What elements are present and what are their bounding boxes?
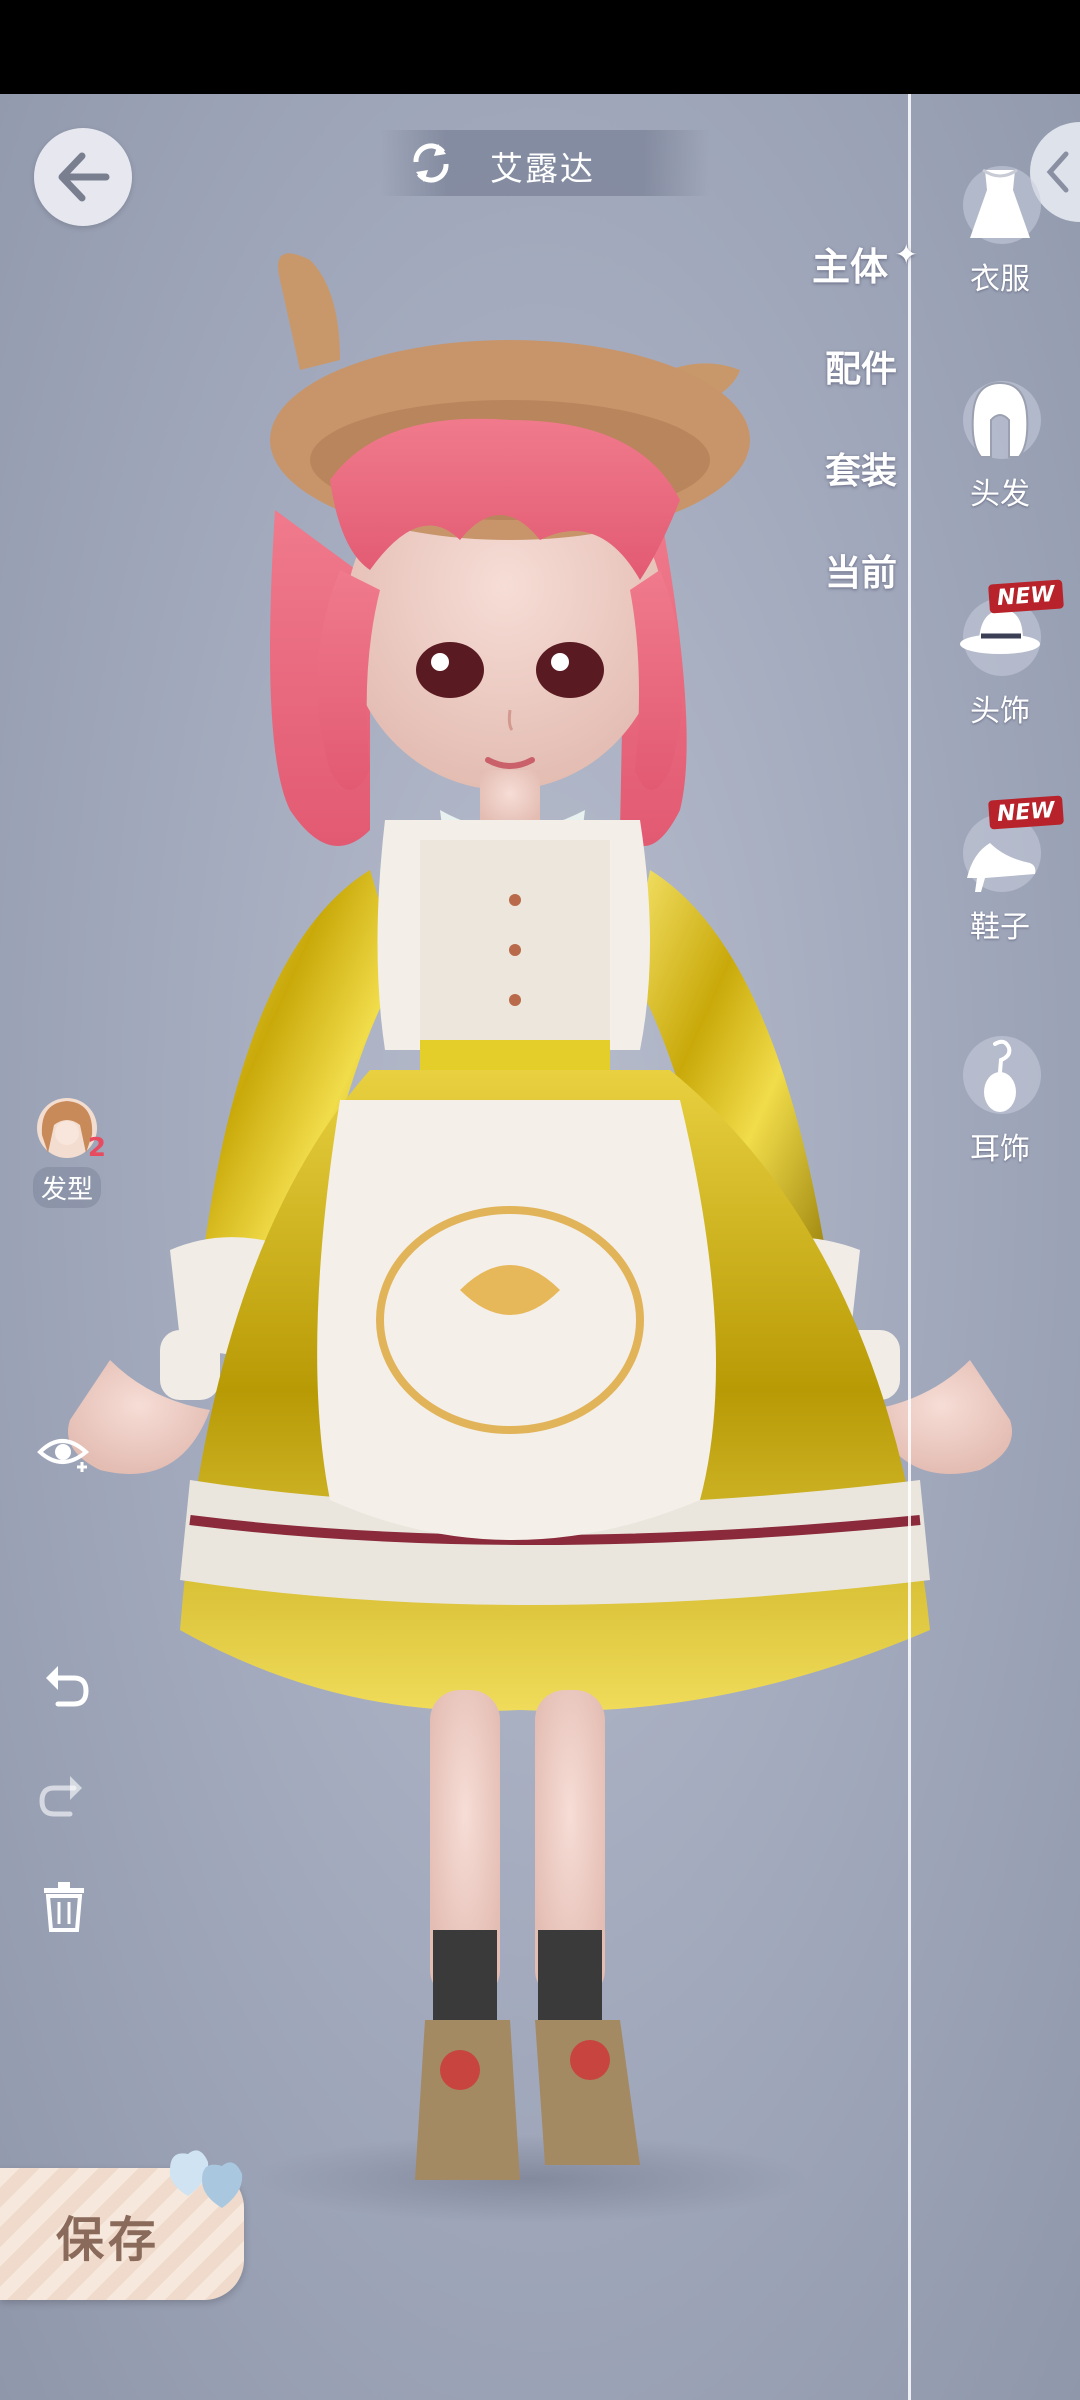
category-hair[interactable]: 头发 [950,375,1050,513]
panel-divider [908,94,911,2400]
eye-icon [37,1439,90,1472]
new-badge: NEW [988,579,1064,614]
category-label: 头饰 [970,694,1030,729]
hairstyle-label: 发型 [32,1167,101,1208]
character-name-switcher[interactable]: 艾露达 [380,130,710,196]
trash-icon [44,1882,84,1932]
save-label: 保存 [56,2212,161,2268]
heart-decoration-icon [169,2150,243,2208]
category-earrings[interactable]: 耳饰 [950,1030,1050,1168]
subtab-current[interactable]: 当前 [825,544,897,596]
category-clothes[interactable]: 衣服 [950,160,1050,298]
category-label: 鞋子 [970,910,1030,945]
character-name: 艾露达 [490,149,595,188]
save-button[interactable]: 保存 [0,2150,244,2300]
hair-icon [971,381,1029,458]
undo-button[interactable] [38,1660,90,1716]
subtab-main[interactable]: 主体 [812,236,918,291]
category-label: 头发 [970,477,1030,512]
category-shoes[interactable]: NEW 鞋子 [950,795,1064,946]
category-label: 耳饰 [970,1132,1030,1167]
new-badge: NEW [988,795,1064,830]
redo-button[interactable] [38,1770,90,1826]
arrow-left-icon [58,152,110,202]
category-headwear[interactable]: NEW 头饰 [950,579,1064,730]
subtab-accessories[interactable]: 配件 [825,340,897,392]
undo-icon [46,1666,89,1707]
dress-icon [970,168,1030,238]
delete-button[interactable] [40,1880,88,1936]
earring-icon [984,1039,1016,1112]
swap-icon [413,143,449,183]
hairstyle-count: 2 [87,1133,106,1163]
hairstyle-button[interactable]: 2 发型 [22,1095,112,1208]
toggle-visibility-button[interactable] [36,1428,92,1480]
status-bar [0,0,1080,94]
back-button[interactable] [34,128,132,226]
subtab-outfits[interactable]: 套装 [825,442,897,494]
redo-icon [39,1776,82,1817]
category-label: 衣服 [970,262,1030,297]
